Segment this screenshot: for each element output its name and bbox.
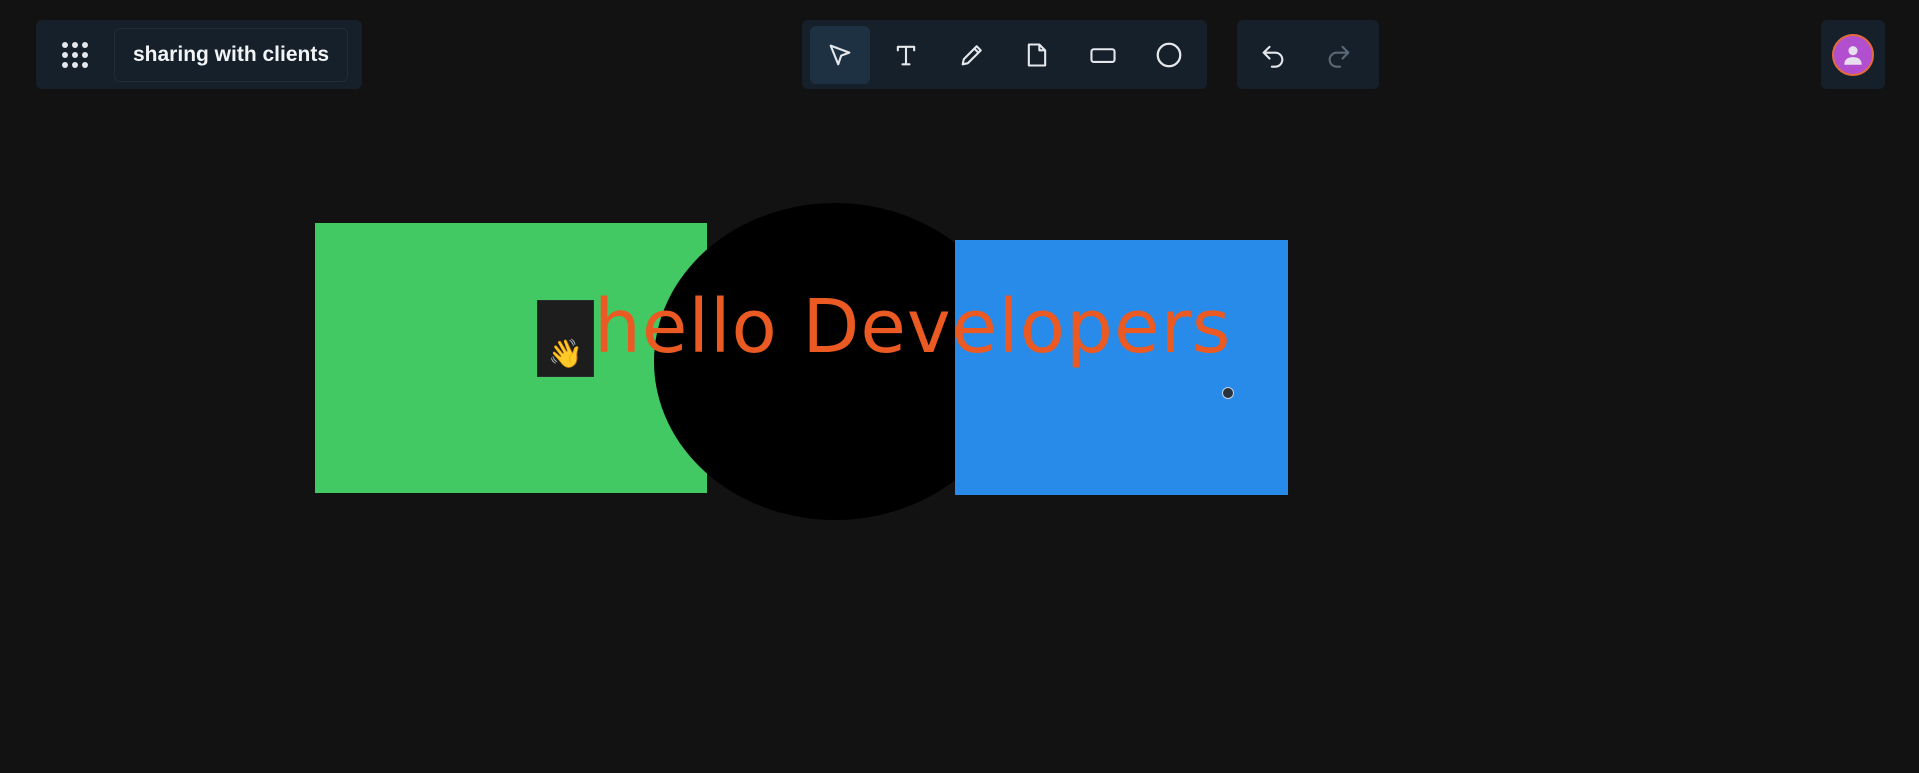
whiteboard-canvas[interactable]: 👋 hello Developers: [0, 0, 1919, 773]
waving-hand-emoji[interactable]: 👋: [537, 300, 594, 377]
canvas-text[interactable]: hello Developers: [594, 290, 1231, 364]
connection-handle[interactable]: [1222, 387, 1234, 399]
